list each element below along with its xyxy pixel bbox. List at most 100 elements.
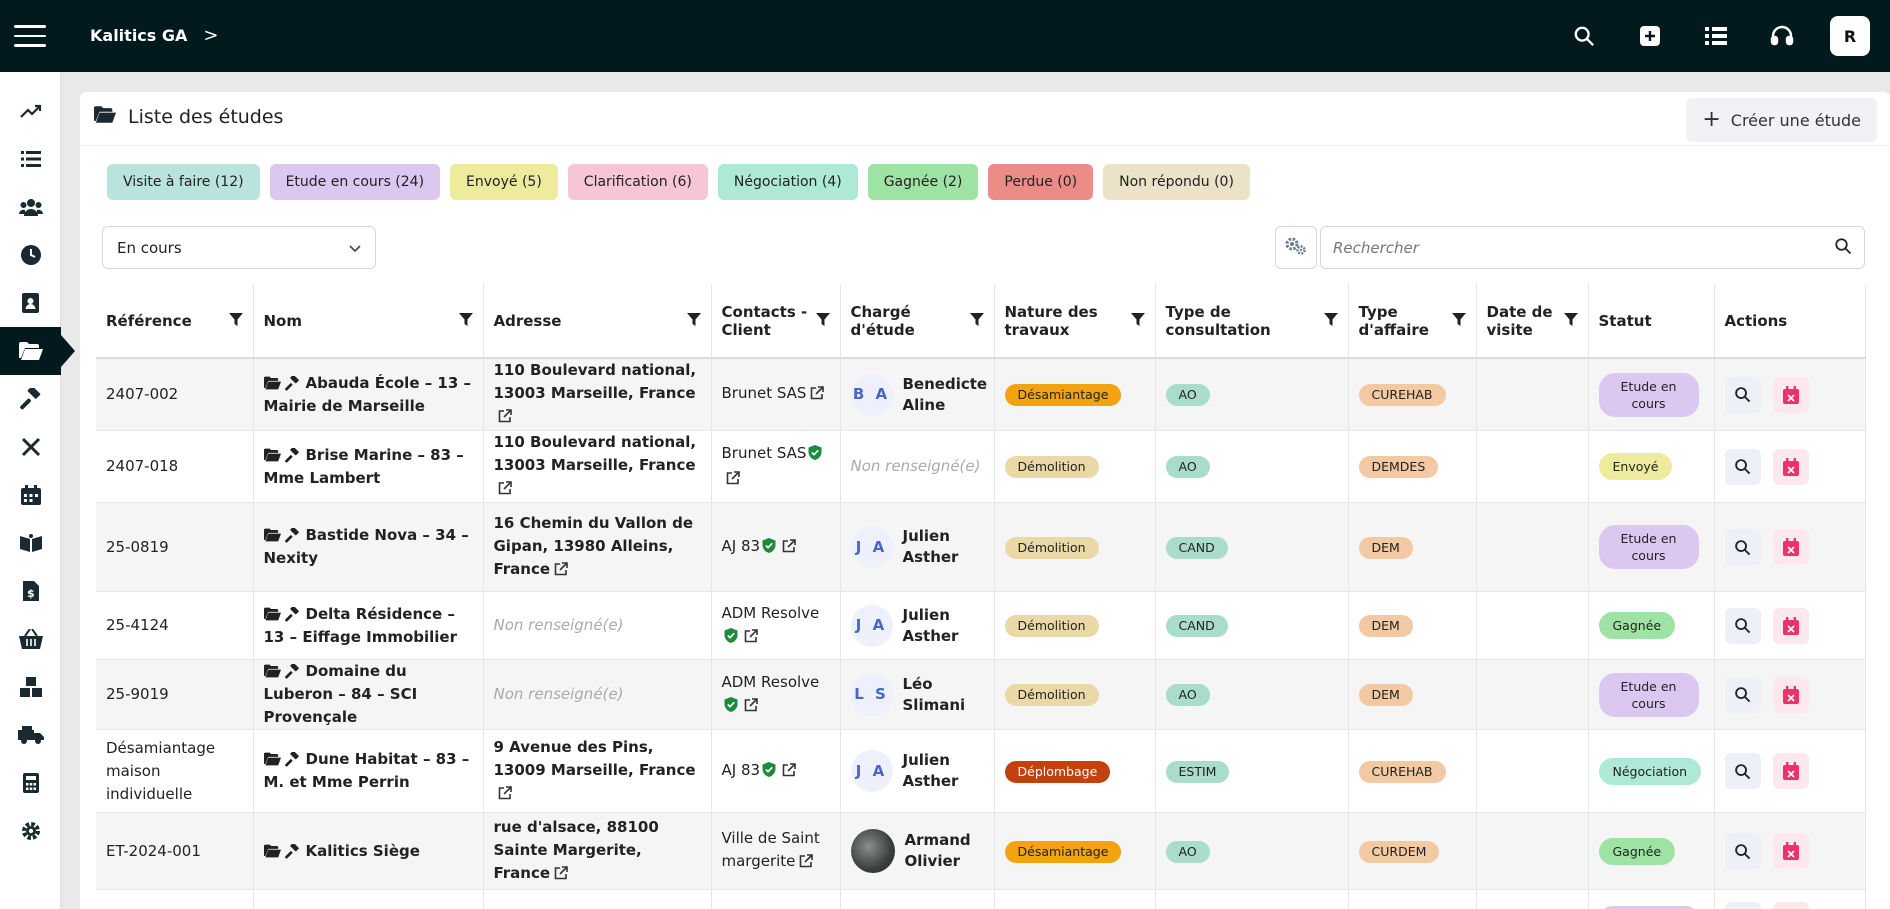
name-cell[interactable]: Abauda École – 13 – Mairie de Marseille — [253, 358, 484, 431]
gear-icon[interactable] — [0, 807, 61, 855]
tools-icon[interactable] — [0, 423, 61, 471]
search-icon[interactable] — [1834, 237, 1852, 259]
delete-calendar-button[interactable] — [1772, 833, 1809, 869]
name-cell[interactable]: Bastide Nova – 34 – Nexity — [253, 502, 484, 592]
status-select[interactable]: En cours — [102, 226, 376, 269]
external-link-icon[interactable] — [498, 479, 512, 502]
external-link-icon[interactable] — [554, 560, 568, 583]
contact-name[interactable]: AJ 83 — [722, 537, 761, 555]
status-chip[interactable]: Etude en cours (24) — [269, 164, 441, 200]
contact-name[interactable]: Brunet SAS — [722, 384, 807, 402]
table-row[interactable]: 2407-018 Brise Marine – 83 – Mme Lambert 1… — [96, 430, 1866, 503]
status-chip[interactable]: Visite à faire (12) — [107, 164, 260, 200]
delete-calendar-button[interactable] — [1772, 753, 1809, 789]
view-button[interactable] — [1724, 676, 1761, 713]
search-input[interactable] — [1333, 238, 1834, 257]
contact-name[interactable]: AJ 83 — [722, 761, 761, 779]
status-chip[interactable]: Négociation (4) — [717, 164, 858, 200]
truck-icon[interactable] — [0, 711, 61, 759]
table-row[interactable]: 2407-002 Abauda École – 13 – Mairie de Ma… — [96, 358, 1866, 431]
view-button[interactable] — [1724, 833, 1761, 869]
view-button[interactable] — [1724, 753, 1761, 789]
page-title: Liste des études — [128, 106, 284, 128]
add-square-icon[interactable] — [1632, 16, 1668, 56]
external-link-icon[interactable] — [799, 852, 814, 875]
breadcrumb-company[interactable]: Kalitics GA — [90, 26, 187, 45]
contact-name[interactable]: ADM Resolve — [722, 673, 820, 691]
external-link-icon[interactable] — [782, 761, 796, 784]
filter-icon[interactable] — [969, 312, 984, 330]
name-cell[interactable]: Dune Habitat – 83 – M. et Mme Perrin — [253, 729, 484, 813]
trending-icon[interactable] — [0, 87, 61, 135]
contact-name[interactable]: Brunet SAS — [722, 444, 807, 462]
name-cell[interactable]: Brise Marine – 83 – Mme Lambert — [253, 430, 484, 503]
list-icon[interactable] — [1698, 16, 1734, 56]
delete-calendar-button[interactable] — [1772, 529, 1809, 565]
external-link-icon[interactable] — [554, 864, 568, 887]
table-row[interactable]: Désamiantage maison individuelle Dune Hab… — [96, 729, 1866, 813]
calendar-icon[interactable] — [0, 471, 61, 519]
user-avatar-button[interactable]: R — [1830, 16, 1870, 56]
name-cell[interactable]: Delta Résidence – 13 – Eiffage Immobilie… — [253, 591, 484, 660]
table-row[interactable]: ET-2024-002Projet BobNon renseigné(e)Non… — [96, 889, 1866, 909]
name-cell[interactable]: Domaine du Luberon – 84 – SCI Provençale — [253, 659, 484, 730]
status-chip[interactable]: Clarification (6) — [567, 164, 708, 200]
view-button[interactable] — [1724, 607, 1761, 644]
table-row[interactable]: 25-0819 Bastide Nova – 34 – Nexity 16 Chem… — [96, 502, 1866, 592]
list-icon[interactable] — [0, 135, 61, 183]
breadcrumb[interactable]: Kalitics GA > — [90, 25, 218, 46]
filter-icon[interactable] — [1563, 312, 1578, 330]
view-button[interactable] — [1724, 448, 1761, 485]
status-chip[interactable]: Envoyé (5) — [450, 164, 558, 200]
filter-icon[interactable] — [228, 312, 243, 330]
users-icon[interactable] — [0, 183, 61, 231]
status-chip[interactable]: Perdue (0) — [988, 164, 1094, 200]
invoice-icon[interactable]: $ — [0, 567, 61, 615]
status-chip[interactable]: Gagnée (2) — [867, 164, 979, 200]
delete-calendar-button[interactable] — [1772, 676, 1809, 713]
hammer-icon[interactable] — [0, 375, 61, 423]
create-study-button[interactable]: + Créer une étude — [1686, 98, 1877, 142]
external-link-icon[interactable] — [744, 696, 758, 719]
filter-icon[interactable] — [1451, 312, 1466, 330]
table-row[interactable]: ET-2024-001 Kalitics Siège rue d'alsace, 8… — [96, 812, 1866, 890]
view-button[interactable] — [1724, 901, 1761, 909]
filter-icon[interactable] — [815, 312, 830, 330]
consultation-cell: AO — [1155, 430, 1349, 503]
search-icon[interactable] — [1566, 16, 1602, 56]
name-cell[interactable]: Kalitics Siège — [253, 812, 484, 890]
external-link-icon[interactable] — [782, 537, 796, 560]
delete-calendar-button[interactable] — [1772, 901, 1809, 909]
basket-icon[interactable] — [0, 615, 61, 663]
contacts-icon[interactable] — [0, 279, 61, 327]
table-row[interactable]: 25-4124 Delta Résidence – 13 – Eiffage Im… — [96, 591, 1866, 660]
view-button[interactable] — [1724, 376, 1761, 413]
boxes-icon[interactable] — [0, 663, 61, 711]
external-link-icon[interactable] — [498, 784, 512, 807]
delete-calendar-button[interactable] — [1772, 376, 1809, 413]
contact-name[interactable]: ADM Resolve — [722, 604, 820, 622]
column-settings-button[interactable] — [1275, 226, 1317, 269]
external-link-icon[interactable] — [810, 384, 825, 407]
clock-icon[interactable] — [0, 231, 61, 279]
external-link-icon[interactable] — [726, 469, 740, 492]
external-link-icon[interactable] — [498, 407, 512, 430]
status-chip[interactable]: Non répondu (0) — [1103, 164, 1250, 200]
hamburger-menu-icon[interactable] — [14, 25, 46, 47]
headset-icon[interactable] — [1764, 16, 1800, 56]
book-icon[interactable] — [0, 519, 61, 567]
nature-cell: Déplombage — [994, 729, 1156, 813]
consultation-cell: AO — [1155, 358, 1349, 431]
calculator-icon[interactable] — [0, 759, 61, 807]
filter-icon[interactable] — [1130, 312, 1145, 330]
delete-calendar-button[interactable] — [1772, 607, 1809, 644]
view-button[interactable] — [1724, 529, 1761, 565]
filter-icon[interactable] — [458, 312, 473, 330]
filter-icon[interactable] — [1323, 312, 1338, 330]
delete-calendar-button[interactable] — [1772, 448, 1809, 485]
filter-icon[interactable] — [686, 312, 701, 330]
folder-open-icon[interactable] — [0, 327, 75, 375]
name-cell[interactable]: Projet Bob — [253, 889, 484, 909]
external-link-icon[interactable] — [744, 627, 758, 650]
table-row[interactable]: 25-9019 Domaine du Luberon – 84 – SCI Pro… — [96, 659, 1866, 730]
